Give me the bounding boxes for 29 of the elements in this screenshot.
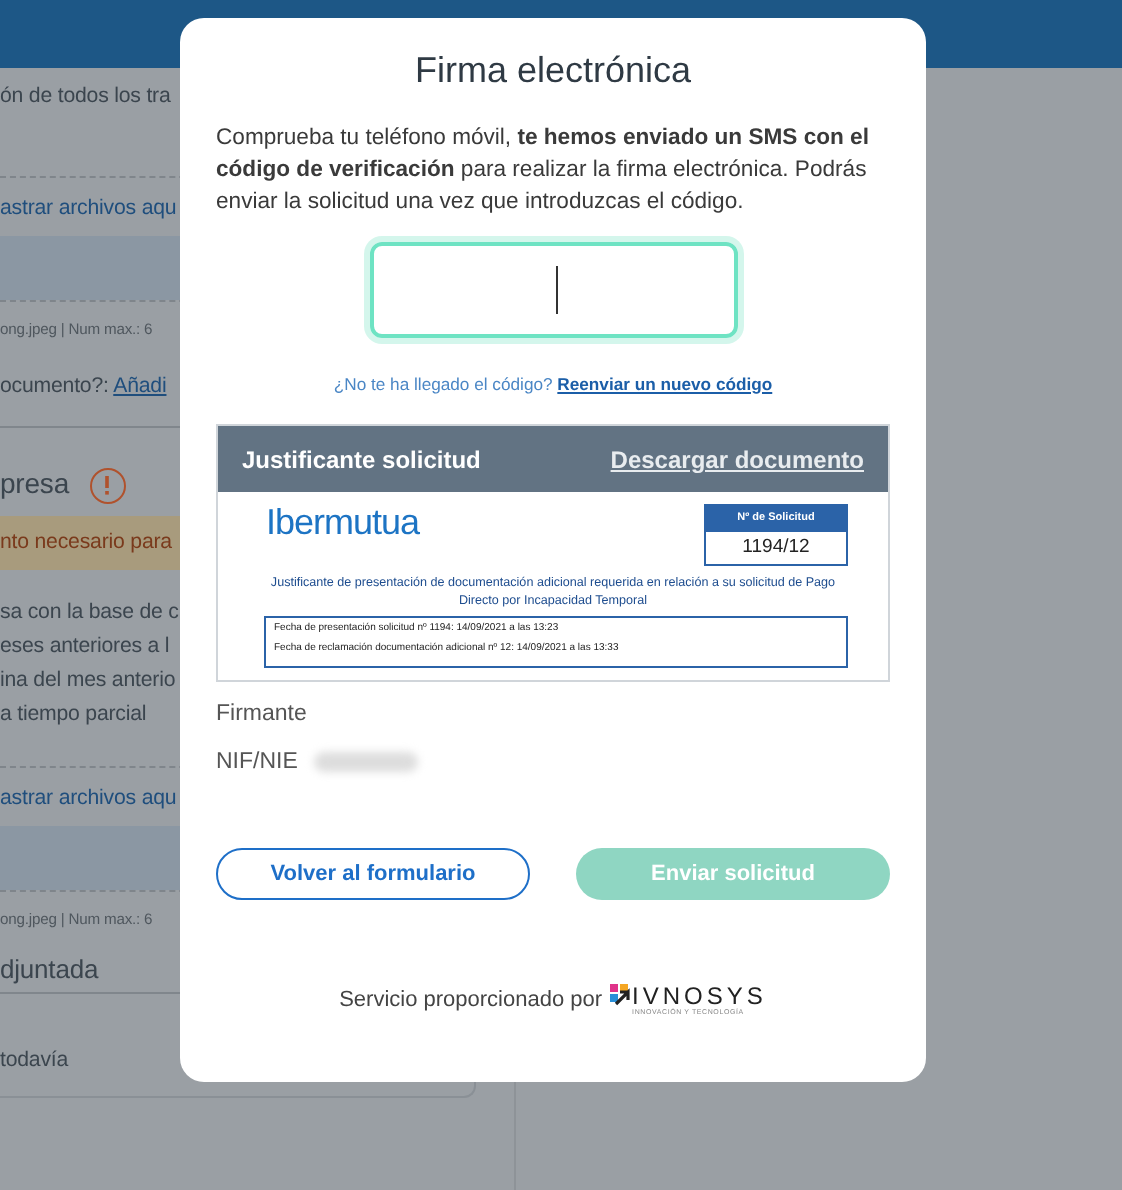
background-text: ocumento?: (0, 374, 111, 398)
resend-prompt: ¿No te ha llegado el código? (333, 373, 555, 394)
dialog-title: Firma electrónica (412, 50, 694, 94)
alert-icon (89, 468, 126, 504)
background-text: a tiempo parcial (0, 702, 147, 726)
redacted-value (313, 751, 418, 772)
add-link[interactable]: Añadi (113, 374, 167, 398)
brand-name: IVNOSYS (632, 983, 767, 1008)
section-heading: djuntada (0, 954, 99, 984)
empty-text: todavía (0, 1048, 69, 1072)
logo-icon (610, 983, 633, 1006)
company-logo: Ibermutua (266, 504, 420, 541)
document-title: Justificante solicitud (242, 443, 481, 478)
signer-label: Firmante (216, 700, 309, 731)
section-heading: presa (0, 467, 70, 500)
back-button[interactable]: Volver al formulario (216, 847, 530, 900)
request-number: 1194/12 (740, 533, 812, 562)
background-text: eses anteriores a l (0, 634, 170, 658)
warning-banner: nto necesario para (0, 516, 180, 570)
background-text: ina del mes anterio (0, 668, 176, 692)
id-label: NIF/NIE (216, 749, 298, 774)
upload-link[interactable]: astrar archivos aqu (0, 196, 177, 220)
background-text: sa con la base de c (0, 600, 179, 624)
download-link[interactable]: Descargar documento (610, 441, 864, 478)
instructions-text: Comprueba tu teléfono móvil, te hemos enviado un SMS con el código de verificación para realizar la firma electrónica. Podrás enviar la solicitud una vez que introduzcas el código. (216, 123, 871, 218)
background-text: ón de todos los tra (0, 84, 171, 108)
resend-link[interactable]: Reenviar un nuevo código (557, 373, 773, 394)
upload-link[interactable]: astrar archivos aqu (0, 786, 177, 810)
provider-text: Servicio proporcionado por (339, 986, 603, 1017)
